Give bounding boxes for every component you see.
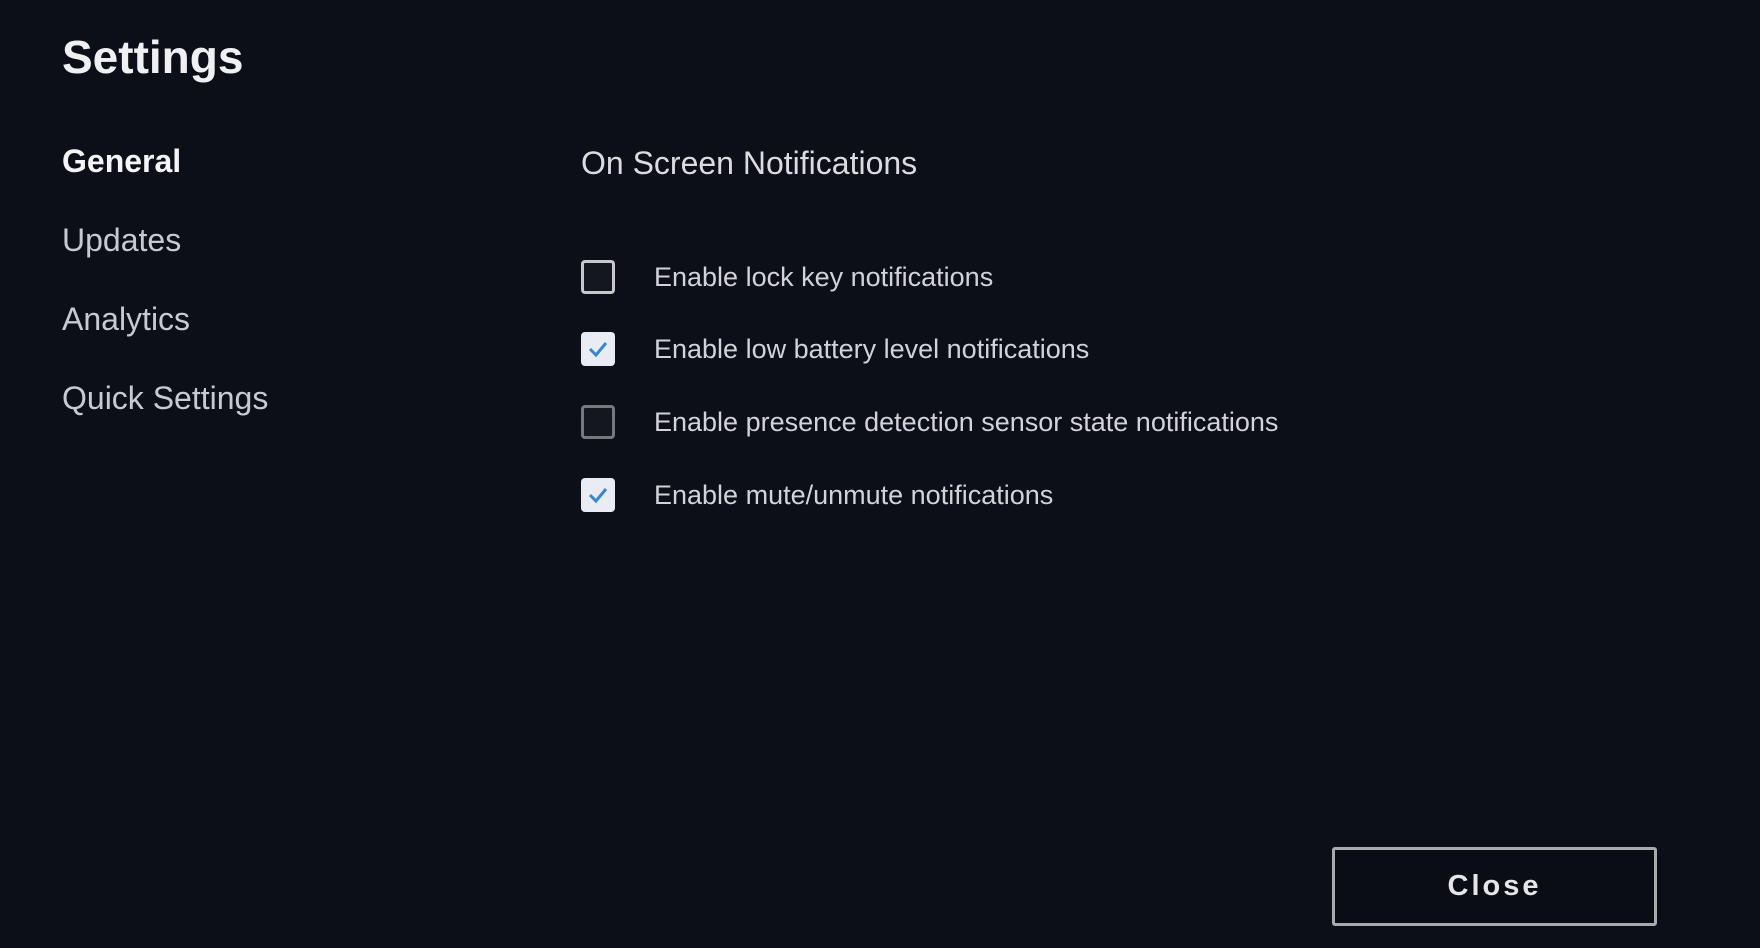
- checkbox[interactable]: [581, 478, 615, 512]
- option-low-battery[interactable]: Enable low battery level notifications: [581, 329, 1089, 369]
- nav-item-updates[interactable]: Updates: [62, 222, 181, 259]
- nav-item-general[interactable]: General: [62, 143, 181, 180]
- option-label: Enable mute/unmute notifications: [654, 479, 1054, 510]
- nav-item-quick-settings[interactable]: Quick Settings: [62, 380, 268, 417]
- checkmark-icon: [588, 342, 608, 358]
- option-label: Enable presence detection sensor state n…: [654, 406, 1279, 437]
- checkbox[interactable]: [581, 260, 615, 294]
- option-mute-unmute[interactable]: Enable mute/unmute notifications: [581, 475, 1053, 515]
- checkbox[interactable]: [581, 405, 615, 439]
- checkbox[interactable]: [581, 332, 615, 366]
- checkmark-icon: [588, 488, 608, 504]
- section-title: On Screen Notifications: [581, 145, 918, 181]
- page-title: Settings: [62, 31, 244, 83]
- nav-item-analytics[interactable]: Analytics: [62, 301, 190, 338]
- option-lock-key[interactable]: Enable lock key notifications: [581, 257, 993, 297]
- option-label: Enable lock key notifications: [654, 261, 994, 292]
- option-presence-detection[interactable]: Enable presence detection sensor state n…: [581, 402, 1278, 442]
- close-button[interactable]: Close: [1332, 847, 1657, 926]
- option-label: Enable low battery level notifications: [654, 333, 1090, 364]
